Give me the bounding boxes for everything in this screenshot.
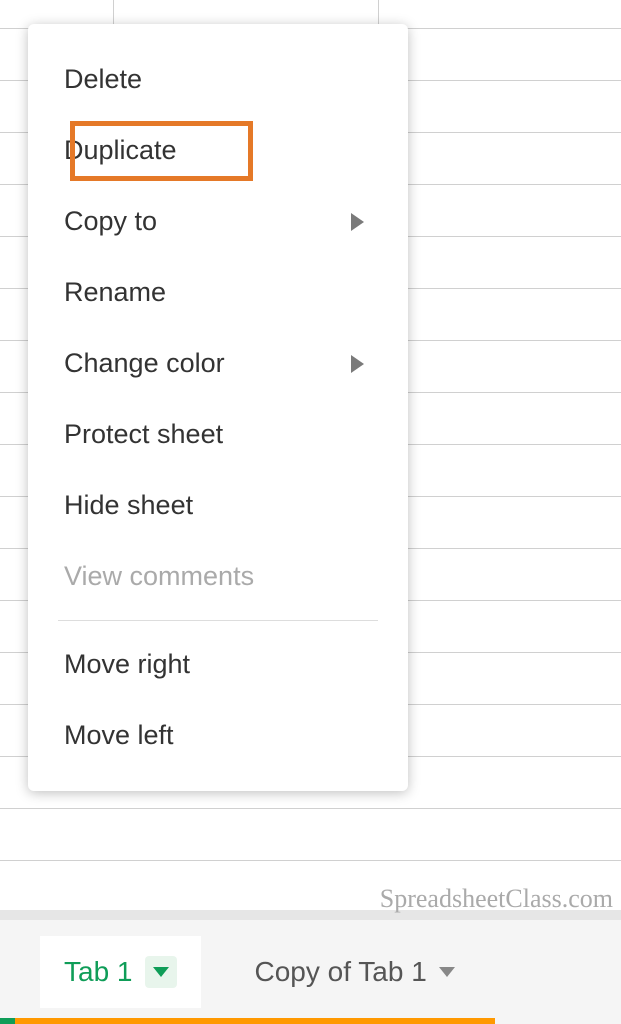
menu-item-move-left[interactable]: Move left <box>28 700 408 771</box>
menu-item-view-comments: View comments <box>28 541 408 612</box>
menu-item-change-color[interactable]: Change color <box>28 328 408 399</box>
menu-item-label: Move right <box>64 649 190 680</box>
sheet-tab-label: Copy of Tab 1 <box>255 956 427 988</box>
menu-item-label: Duplicate <box>64 135 177 166</box>
tab-underline-orange <box>15 1018 495 1024</box>
menu-item-label: Move left <box>64 720 174 751</box>
menu-item-label: Hide sheet <box>64 490 193 521</box>
menu-item-duplicate[interactable]: Duplicate <box>28 115 408 186</box>
menu-item-label: Delete <box>64 64 142 95</box>
menu-item-label: Protect sheet <box>64 419 223 450</box>
chevron-down-icon <box>153 967 169 977</box>
menu-item-label: Change color <box>64 348 225 379</box>
sheet-tab-context-menu: Delete Duplicate Copy to Rename Change c… <box>28 24 408 791</box>
menu-item-move-right[interactable]: Move right <box>28 629 408 700</box>
menu-item-delete[interactable]: Delete <box>28 44 408 115</box>
submenu-arrow-icon <box>351 213 364 231</box>
menu-item-label: View comments <box>64 561 254 592</box>
menu-item-label: Copy to <box>64 206 157 237</box>
sheet-tab-dropdown[interactable] <box>439 967 455 977</box>
menu-item-label: Rename <box>64 277 166 308</box>
menu-item-protect-sheet[interactable]: Protect sheet <box>28 399 408 470</box>
menu-item-copy-to[interactable]: Copy to <box>28 186 408 257</box>
menu-separator <box>58 620 378 621</box>
watermark-text: SpreadsheetClass.com <box>380 884 613 914</box>
menu-item-hide-sheet[interactable]: Hide sheet <box>28 470 408 541</box>
menu-item-rename[interactable]: Rename <box>28 257 408 328</box>
sheet-tab-dropdown[interactable] <box>145 956 177 988</box>
chevron-down-icon <box>439 967 455 977</box>
sheet-tab-label: Tab 1 <box>64 956 133 988</box>
sheet-tab-active[interactable]: Tab 1 <box>40 936 201 1008</box>
sheet-tab-inactive[interactable]: Copy of Tab 1 <box>231 936 479 1008</box>
sheet-tabs-bar: Tab 1 Copy of Tab 1 <box>0 920 621 1024</box>
submenu-arrow-icon <box>351 355 364 373</box>
tab-underline-active <box>0 1018 15 1024</box>
